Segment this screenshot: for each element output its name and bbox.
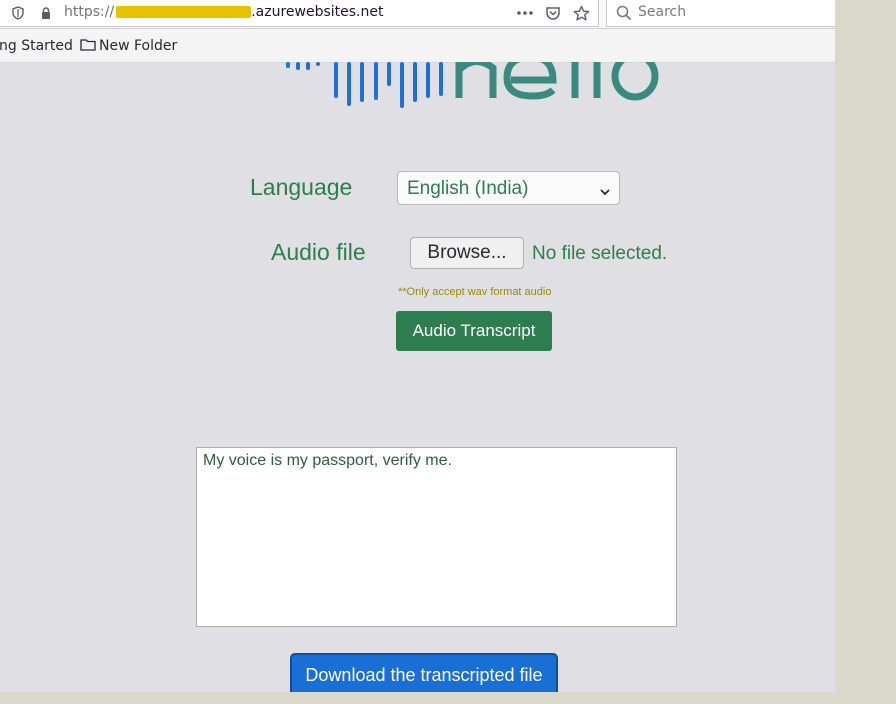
navigation-toolbar: https:// .azurewebsites.net Search [0, 0, 835, 29]
transcript-textarea[interactable]: My voice is my passport, verify me. [196, 447, 677, 627]
url-text[interactable]: https:// .azurewebsites.net [64, 4, 383, 20]
search-bar[interactable]: Search [606, 0, 835, 27]
chevron-down-icon [599, 182, 611, 196]
file-status: No file selected. [532, 243, 668, 264]
transcript-text: My voice is my passport, verify me. [203, 452, 452, 469]
url-prefix: https:// [64, 4, 115, 20]
download-transcript-button[interactable]: Download the transcripted file [290, 653, 558, 692]
search-icon [615, 4, 633, 22]
pocket-icon[interactable] [544, 4, 562, 22]
url-domain: .azurewebsites.net [251, 4, 384, 20]
audio-file-label: Audio file [271, 239, 366, 265]
browse-button[interactable]: Browse... [410, 237, 524, 269]
bookmark-new-folder[interactable]: New Folder [80, 38, 177, 54]
lock-icon[interactable] [37, 4, 55, 22]
language-select[interactable]: English (India) [397, 171, 620, 205]
url-bar[interactable]: https:// .azurewebsites.net [0, 0, 599, 27]
audio-transcript-button[interactable]: Audio Transcript [396, 311, 552, 351]
app-logo [285, 62, 665, 110]
page-actions-icon[interactable] [516, 4, 534, 22]
bookmark-new-folder-label: New Folder [99, 38, 178, 54]
language-label: Language [250, 174, 353, 200]
bookmark-getting-started[interactable]: ng Started [0, 38, 73, 54]
url-redaction [116, 6, 252, 18]
bookmarks-toolbar: ng Started New Folder [0, 29, 835, 63]
bookmark-star-icon[interactable] [572, 4, 590, 22]
browser-window: https:// .azurewebsites.net Search ng Sta… [0, 0, 835, 692]
language-select-value: English (India) [407, 178, 529, 199]
folder-icon [80, 39, 96, 51]
format-hint: **Only accept wav format audio [398, 286, 552, 298]
search-placeholder: Search [638, 4, 687, 20]
tracking-shield-icon[interactable] [9, 4, 27, 22]
